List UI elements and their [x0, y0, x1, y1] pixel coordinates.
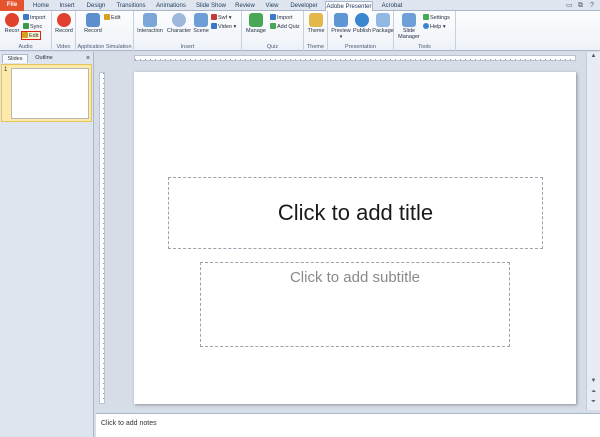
- preview-icon: [334, 13, 348, 27]
- publish-button[interactable]: Publish: [351, 13, 373, 34]
- ribbon: Recor Import Sync Edit Audio Record Vide…: [0, 11, 600, 51]
- group-label-theme: Theme: [306, 44, 325, 50]
- slide-thumbnail-item[interactable]: 1: [1, 64, 92, 122]
- scroll-down-icon[interactable]: ▼: [587, 378, 600, 388]
- next-slide-icon[interactable]: ⏷: [587, 399, 600, 409]
- tab-outline[interactable]: Outline: [30, 54, 58, 63]
- group-label-presentation: Presentation: [345, 44, 376, 50]
- character-button[interactable]: Character: [166, 13, 192, 34]
- flash-icon: [211, 14, 217, 20]
- group-quiz: Manage Import Add Quiz Quiz: [242, 11, 304, 51]
- group-label-video: Video: [56, 44, 71, 50]
- tab-transitions[interactable]: Transitions: [114, 1, 148, 11]
- scene-icon: [194, 13, 208, 27]
- sync-icon: [23, 23, 29, 29]
- restore-icon[interactable]: ⧉: [578, 1, 583, 10]
- group-theme: Theme Theme: [304, 11, 328, 51]
- add-quiz-icon: [270, 23, 276, 29]
- slide-thumbnail[interactable]: [11, 68, 89, 119]
- group-audio: Recor Import Sync Edit Audio: [0, 11, 52, 51]
- audio-sync-button[interactable]: Sync: [23, 23, 42, 30]
- title-placeholder[interactable]: Click to add title: [168, 177, 543, 249]
- minimize-icon[interactable]: ▭: [566, 1, 573, 10]
- screen-record-icon: [86, 13, 100, 27]
- audio-import-button[interactable]: Import: [23, 14, 46, 21]
- group-tools: Slide Manager Settings Help ▾ Tools: [394, 11, 456, 51]
- tab-animations[interactable]: Animations: [154, 1, 188, 11]
- group-label-audio: Audio: [18, 44, 33, 50]
- interaction-icon: [143, 13, 157, 27]
- scroll-up-icon[interactable]: ▲: [587, 53, 600, 63]
- group-label-tools: Tools: [418, 44, 431, 50]
- appsim-record-button[interactable]: Record: [82, 13, 104, 34]
- quiz-manage-button[interactable]: Manage: [244, 13, 268, 34]
- tab-acrobat[interactable]: Acrobat: [378, 1, 406, 11]
- package-button[interactable]: Package: [372, 13, 394, 34]
- scene-button[interactable]: Scene: [192, 13, 210, 34]
- slides-pane: Slides Outline × 1: [0, 52, 94, 437]
- settings-icon: [423, 14, 429, 20]
- tab-view[interactable]: View: [262, 1, 282, 11]
- tab-slide-show[interactable]: Slide Show: [194, 1, 228, 11]
- group-label-application-simulation: Application Simulation: [77, 44, 132, 50]
- slide-number: 1: [4, 67, 8, 73]
- microphone-icon: [5, 13, 19, 27]
- previous-slide-icon[interactable]: ⏶: [587, 389, 600, 399]
- group-label-quiz: Quiz: [266, 44, 279, 50]
- quiz-manage-icon: [249, 13, 263, 27]
- character-icon: [172, 13, 186, 27]
- subtitle-placeholder[interactable]: Click to add subtitle: [200, 262, 510, 347]
- film-icon: [211, 23, 217, 29]
- import-icon: [270, 14, 276, 20]
- interaction-button[interactable]: Interaction: [136, 13, 164, 34]
- tab-slides[interactable]: Slides: [2, 54, 28, 63]
- vertical-ruler: [99, 72, 105, 404]
- group-label-insert: Insert: [180, 44, 195, 50]
- help-circle-icon: [423, 23, 429, 29]
- audio-record-button[interactable]: Recor: [2, 13, 22, 34]
- slide-manager-icon: [402, 13, 416, 27]
- tab-design[interactable]: Design: [84, 1, 108, 11]
- slide-manager-button[interactable]: Slide Manager: [396, 13, 422, 40]
- tab-insert[interactable]: Insert: [56, 1, 78, 11]
- audio-edit-button[interactable]: Edit: [20, 31, 42, 40]
- tab-review[interactable]: Review: [234, 1, 256, 11]
- theme-icon: [309, 13, 323, 27]
- help-icon[interactable]: ?: [590, 1, 594, 10]
- theme-button[interactable]: Theme: [306, 13, 326, 34]
- tab-home[interactable]: Home: [30, 1, 52, 11]
- package-icon: [376, 13, 390, 27]
- slide-canvas[interactable]: Click to add title Click to add subtitle: [134, 72, 576, 404]
- vertical-scrollbar[interactable]: ▲ ▼ ⏶ ⏷: [586, 52, 600, 410]
- settings-button[interactable]: Settings: [423, 14, 450, 21]
- add-quiz-button[interactable]: Add Quiz: [270, 23, 300, 30]
- horizontal-ruler: [134, 55, 576, 61]
- quiz-import-button[interactable]: Import: [270, 14, 293, 21]
- group-video: Record Video: [52, 11, 76, 51]
- notes-pane[interactable]: Click to add notes: [96, 413, 600, 437]
- ribbon-tab-bar: File Home Insert Design Transitions Anim…: [0, 0, 600, 12]
- close-pane-icon[interactable]: ×: [86, 54, 90, 63]
- tab-developer[interactable]: Developer: [288, 1, 320, 11]
- appsim-edit-button[interactable]: Edit: [104, 14, 120, 21]
- import-icon: [23, 14, 29, 20]
- tab-file[interactable]: File: [0, 0, 24, 11]
- insert-video-button[interactable]: Video ▾: [211, 23, 236, 30]
- edit-audio-icon: [22, 32, 28, 38]
- group-insert: Interaction Character Scene Swf ▾ Video …: [134, 11, 242, 51]
- help-menu-button[interactable]: Help ▾: [423, 23, 446, 30]
- publish-globe-icon: [355, 13, 369, 27]
- edit-icon: [104, 14, 110, 20]
- group-application-simulation: Record Edit Application Simulation: [76, 11, 134, 51]
- group-presentation: Preview ▾ Publish Package Presentation: [328, 11, 394, 51]
- video-camera-icon: [57, 13, 71, 27]
- video-record-button[interactable]: Record: [54, 13, 74, 34]
- preview-button[interactable]: Preview ▾: [330, 13, 352, 40]
- swf-button[interactable]: Swf ▾: [211, 14, 231, 21]
- notes-placeholder[interactable]: Click to add notes: [101, 420, 157, 427]
